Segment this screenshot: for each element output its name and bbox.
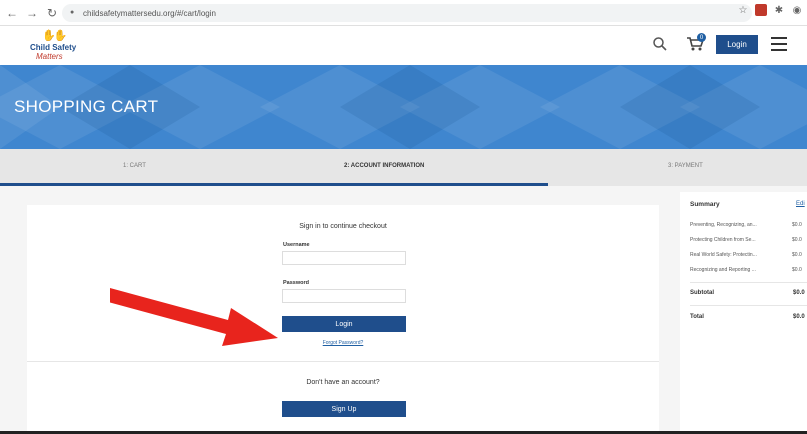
forward-arrow-icon[interactable]: →: [24, 5, 40, 21]
address-bar[interactable]: ● childsafetymattersedu.org/#/cart/login: [62, 4, 752, 22]
total-value: $0.0: [793, 314, 805, 320]
summary-item-price: $0.0: [792, 222, 802, 228]
site-header: ✋✋ Child Safety Matters 0 Login: [0, 27, 807, 65]
login-button[interactable]: Login: [282, 316, 406, 332]
lock-icon: ●: [70, 9, 75, 16]
username-input[interactable]: [282, 251, 406, 265]
puzzle-icon[interactable]: ✱: [773, 4, 785, 16]
search-icon[interactable]: [652, 36, 668, 52]
header-login-button[interactable]: Login: [716, 35, 758, 54]
order-summary: Summary Edi Preventing, Recognizing, an.…: [680, 192, 807, 434]
star-icon[interactable]: ☆: [737, 4, 749, 16]
subtotal-value: $0.0: [793, 290, 805, 296]
summary-item: Recognizing and Reporting ...: [690, 267, 756, 273]
subtotal-label: Subtotal: [690, 290, 714, 296]
step-account-information: 2: ACCOUNT INFORMATION: [344, 163, 425, 169]
summary-divider: [690, 305, 807, 306]
summary-title: Summary: [690, 201, 720, 208]
annotation-arrow-icon: [110, 288, 278, 346]
back-arrow-icon[interactable]: ←: [4, 5, 20, 21]
page-title: SHOPPING CART: [14, 97, 159, 116]
menu-icon[interactable]: [771, 37, 787, 51]
profile-icon[interactable]: ◉: [791, 4, 803, 16]
summary-item-price: $0.0: [792, 267, 802, 273]
sign-in-heading: Sign in to continue checkout: [299, 223, 387, 230]
logo[interactable]: ✋✋ Child Safety Matters: [28, 29, 88, 63]
form-divider: [27, 361, 659, 362]
logo-text-line1: Child Safety: [30, 43, 77, 52]
total-label: Total: [690, 314, 704, 320]
summary-divider: [690, 282, 807, 283]
logo-text-line2: Matters: [36, 52, 63, 61]
reload-icon[interactable]: ↻: [44, 5, 60, 21]
step-payment: 3: PAYMENT: [668, 163, 703, 169]
no-account-text: Don't have an account?: [306, 379, 380, 386]
step-cart[interactable]: 1: CART: [123, 163, 146, 169]
summary-item: Preventing, Recognizing, an...: [690, 222, 757, 228]
checkout-steps: 1: CART 2: ACCOUNT INFORMATION 3: PAYMEN…: [0, 149, 807, 186]
summary-edit-link[interactable]: Edi: [796, 201, 805, 207]
summary-item-price: $0.0: [792, 252, 802, 258]
password-input[interactable]: [282, 289, 406, 303]
url-text: childsafetymattersedu.org/#/cart/login: [83, 8, 216, 18]
username-label: Username: [283, 242, 310, 248]
cart-count-badge: 0: [697, 33, 706, 42]
sign-up-button[interactable]: Sign Up: [282, 401, 406, 417]
extension-icon[interactable]: [755, 4, 767, 16]
summary-item: Protecting Children from Se...: [690, 237, 756, 243]
hands-icon: ✋✋: [42, 30, 67, 42]
summary-item-price: $0.0: [792, 237, 802, 243]
browser-toolbar: ← → ↻ ● childsafetymattersedu.org/#/cart…: [0, 0, 807, 26]
summary-item: Real World Safety: Protectin...: [690, 252, 757, 258]
password-label: Password: [283, 280, 309, 286]
page-banner: SHOPPING CART: [0, 65, 807, 149]
